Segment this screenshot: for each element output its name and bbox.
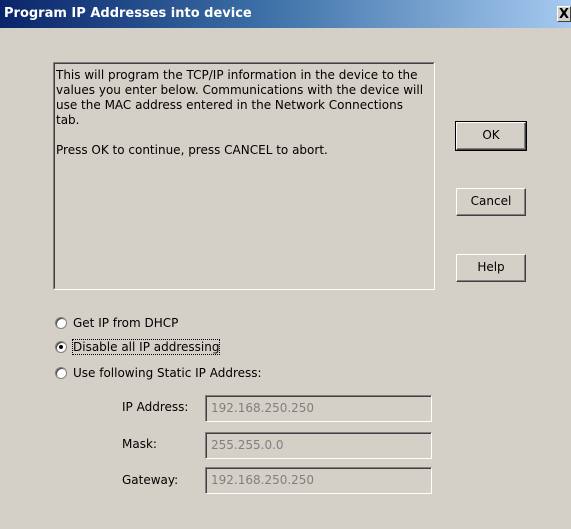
- cancel-button[interactable]: Cancel: [456, 188, 526, 216]
- ip-address-label: IP Address:: [122, 400, 189, 414]
- gateway-label: Gateway:: [122, 473, 179, 487]
- close-button[interactable]: X: [557, 6, 571, 22]
- info-message: This will program the TCP/IP information…: [56, 68, 426, 173]
- info-text-box: This will program the TCP/IP information…: [53, 62, 435, 290]
- ok-button[interactable]: OK: [455, 121, 527, 151]
- radio-disable-ip-label[interactable]: Disable all IP addressing: [71, 339, 221, 355]
- info-text-box-inner: This will program the TCP/IP information…: [54, 63, 434, 289]
- radio-static-ip-control[interactable]: [55, 367, 67, 379]
- dialog-title: Program IP Addresses into device: [4, 6, 252, 21]
- mask-field[interactable]: 255.255.0.0: [205, 432, 432, 459]
- ip-address-field[interactable]: 192.168.250.250: [205, 395, 432, 422]
- radio-selected-dot: [59, 345, 63, 349]
- gateway-field[interactable]: 192.168.250.250: [205, 467, 432, 494]
- info-paragraph-1: This will program the TCP/IP information…: [56, 68, 424, 127]
- radio-static-ip-label[interactable]: Use following Static IP Address:: [73, 366, 262, 380]
- radio-dhcp-control[interactable]: [55, 317, 67, 329]
- dialog-window: Program IP Addresses into device X This …: [0, 0, 571, 529]
- radio-dhcp-label[interactable]: Get IP from DHCP: [73, 316, 178, 330]
- radio-disable-ip-control[interactable]: [55, 341, 67, 353]
- mask-label: Mask:: [122, 437, 157, 451]
- info-paragraph-2: Press OK to continue, press CANCEL to ab…: [56, 143, 328, 157]
- help-button[interactable]: Help: [456, 254, 526, 282]
- title-bar[interactable]: Program IP Addresses into device X: [0, 0, 571, 28]
- close-icon: X: [558, 7, 570, 22]
